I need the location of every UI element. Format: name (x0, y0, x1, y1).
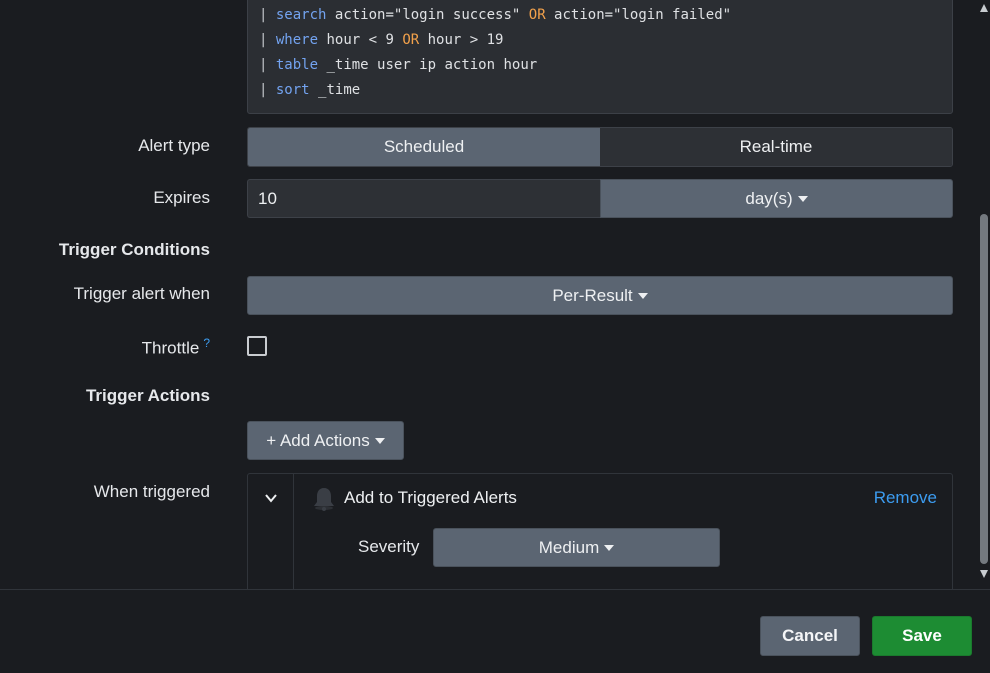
query-command: where (275, 32, 319, 48)
query-args: _time (318, 82, 361, 98)
scrollbar-thumb[interactable] (980, 214, 988, 564)
query-line-3: | table _time user ip action hour (259, 53, 952, 78)
trigger-conditions-heading: Trigger Conditions (58, 240, 210, 259)
query-args: action="login failed" (545, 7, 732, 23)
throttle-label-text: Throttle (141, 338, 200, 358)
expires-unit-dropdown[interactable]: day(s) (600, 179, 953, 218)
alert-type-scheduled-button[interactable]: Scheduled (248, 128, 600, 166)
caret-down-icon (797, 195, 808, 202)
expires-label: Expires (153, 188, 210, 207)
trigger-alert-when-dropdown[interactable]: Per-Result (247, 276, 953, 315)
remove-action-link[interactable]: Remove (874, 488, 937, 508)
caret-down-icon (637, 292, 648, 299)
alert-type-label: Alert type (138, 136, 210, 155)
query-line-1: | search action="login success" OR actio… (259, 3, 952, 28)
modal-footer: Cancel Save (0, 589, 990, 673)
query-command: sort (275, 82, 310, 98)
query-pipe: | (259, 32, 268, 48)
alert-settings-form: | search action="login success" OR actio… (0, 0, 978, 589)
throttle-help-icon[interactable]: ? (203, 336, 210, 350)
query-command: search (275, 7, 327, 23)
expires-unit-label: day(s) (745, 188, 793, 208)
severity-dropdown[interactable]: Medium (433, 528, 720, 567)
alert-type-toggle: Scheduled Real-time (247, 127, 953, 167)
query-args: action="login success" (334, 7, 529, 23)
query-line-2: | where hour < 9 OR hour > 19 (259, 28, 952, 53)
throttle-label: Throttle? (142, 336, 210, 359)
query-pipe: | (259, 82, 268, 98)
severity-value: Medium (538, 537, 600, 557)
query-pipe: | (259, 7, 268, 23)
scroll-up-arrow-icon[interactable] (980, 4, 988, 12)
scroll-down-arrow-icon[interactable] (980, 570, 988, 578)
trigger-alert-when-label: Trigger alert when (73, 284, 210, 303)
query-line-4: | sort _time (259, 78, 952, 103)
query-command: table (275, 57, 319, 73)
search-query-editor[interactable]: | search action="login success" OR actio… (247, 0, 953, 114)
action-title: Add to Triggered Alerts (344, 488, 517, 507)
expires-value: 10 (258, 188, 277, 208)
query-args: _time user ip action hour (326, 57, 538, 73)
vertical-scrollbar[interactable] (978, 0, 990, 589)
when-triggered-label: When triggered (93, 482, 210, 501)
severity-label: Severity (358, 537, 420, 556)
bell-icon (314, 488, 334, 511)
triggered-action-panel: Add to Triggered Alerts Remove Severity … (247, 473, 953, 589)
trigger-actions-heading: Trigger Actions (85, 386, 210, 405)
alert-type-realtime-button[interactable]: Real-time (600, 128, 952, 166)
cancel-button[interactable]: Cancel (760, 616, 860, 656)
throttle-checkbox[interactable] (247, 336, 267, 356)
add-actions-button[interactable]: + Add Actions (247, 421, 404, 460)
add-actions-label: + Add Actions (266, 430, 370, 450)
query-operator: OR (402, 32, 420, 48)
expires-value-input[interactable]: 10 (247, 179, 600, 218)
save-button[interactable]: Save (872, 616, 972, 656)
chevron-down-icon[interactable] (264, 491, 278, 505)
query-args: hour > 19 (419, 32, 504, 48)
trigger-alert-when-value: Per-Result (552, 285, 633, 305)
query-pipe: | (259, 57, 268, 73)
panel-divider (293, 474, 294, 589)
query-operator: OR (528, 7, 546, 23)
caret-down-icon (604, 544, 615, 551)
caret-down-icon (374, 437, 385, 444)
query-args: hour < 9 (326, 32, 403, 48)
